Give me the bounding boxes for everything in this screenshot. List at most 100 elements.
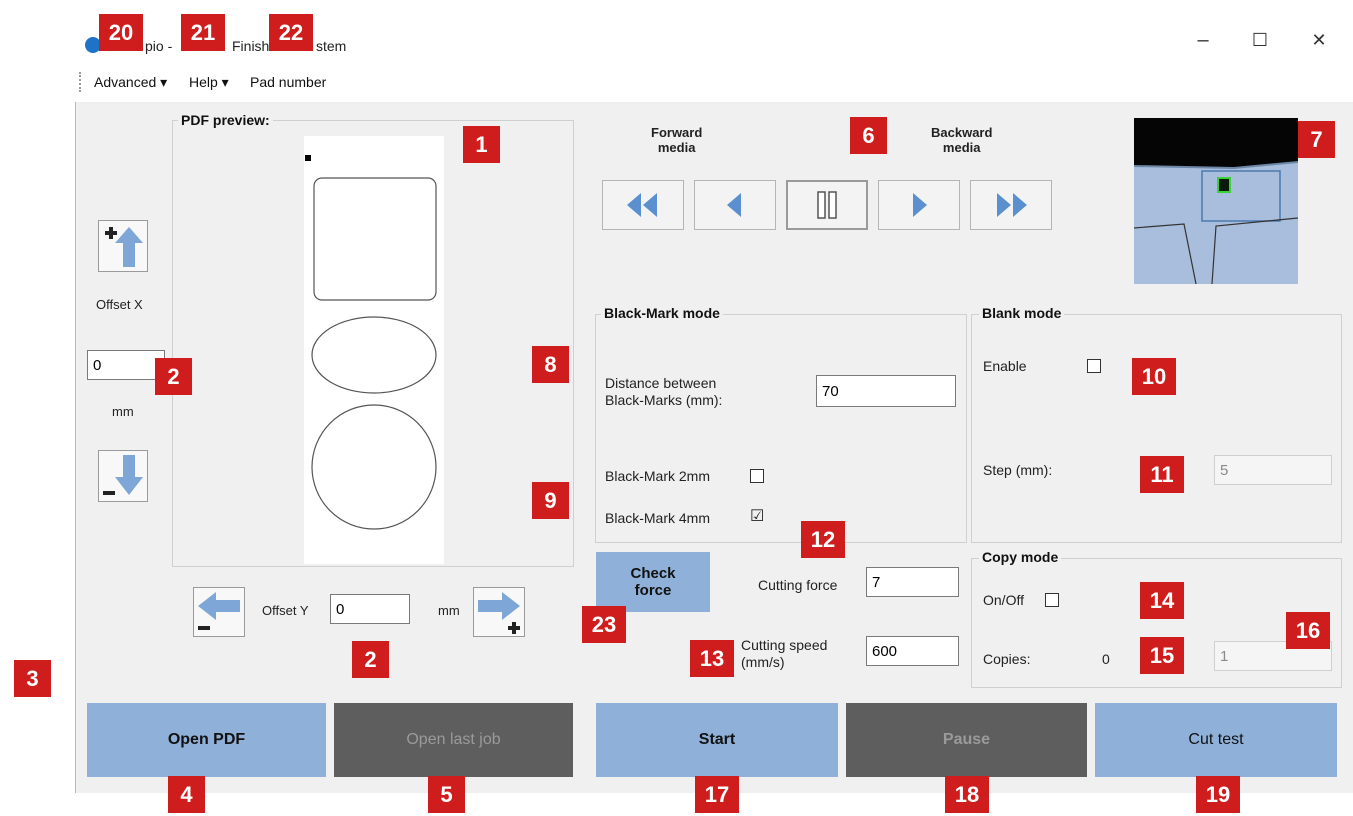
cutting-force-input[interactable]	[866, 567, 959, 597]
menu-help[interactable]: Help ▾	[189, 74, 229, 91]
callout-13: 13	[690, 640, 734, 677]
callout-3: 3	[14, 660, 51, 697]
black-mark-group	[595, 314, 967, 543]
arrow-left-minus-icon	[198, 592, 240, 630]
callout-2-offset-x: 2	[155, 358, 192, 395]
pdf-page-shapes	[305, 155, 437, 530]
pause-button[interactable]: Pause	[846, 703, 1087, 777]
open-pdf-button[interactable]: Open PDF	[87, 703, 326, 777]
callout-19: 19	[1196, 776, 1240, 813]
check-force-button[interactable]: Check force	[596, 552, 710, 612]
title-part-3: stem	[316, 38, 347, 54]
offset-y-decrease-button[interactable]	[193, 587, 245, 637]
copy-onoff-label: On/Off	[983, 592, 1024, 608]
callout-10: 10	[1132, 358, 1176, 395]
blank-mode-group	[971, 314, 1342, 543]
close-button[interactable]: ✕	[1304, 30, 1334, 50]
black-mark-4mm-label: Black-Mark 4mm	[605, 510, 711, 526]
callout-6: 6	[850, 117, 887, 154]
copy-onoff-checkbox[interactable]	[1045, 593, 1059, 607]
offset-y-increase-button[interactable]	[473, 587, 525, 637]
pause-media-button[interactable]	[786, 180, 868, 230]
callout-7: 7	[1298, 121, 1335, 158]
menu-grip-icon	[79, 72, 83, 92]
black-mark-4mm-checkbox[interactable]: ☑	[750, 509, 764, 525]
callout-12: 12	[801, 521, 845, 558]
callout-16: 16	[1286, 612, 1330, 649]
offset-x-input[interactable]	[87, 350, 165, 380]
black-mark-2mm-label: Black-Mark 2mm	[605, 468, 711, 484]
offset-y-label: Offset Y	[262, 603, 309, 618]
callout-22: 22	[269, 14, 313, 51]
offset-x-label: Offset X	[96, 297, 143, 312]
offset-y-input[interactable]	[330, 594, 410, 624]
menu-advanced[interactable]: Advanced ▾	[94, 74, 167, 91]
start-button[interactable]: Start	[596, 703, 838, 777]
callout-11: 11	[1140, 456, 1184, 493]
callout-14: 14	[1140, 582, 1184, 619]
callout-15: 15	[1140, 637, 1184, 674]
pause-bars-icon	[817, 191, 837, 219]
callout-4: 4	[168, 776, 205, 813]
maximize-button[interactable]: ☐	[1245, 30, 1275, 50]
cut-test-button[interactable]: Cut test	[1095, 703, 1337, 777]
open-last-job-button[interactable]: Open last job	[334, 703, 573, 777]
cutting-speed-label: Cutting speed (mm/s)	[741, 637, 828, 670]
title-bar	[75, 0, 1353, 64]
blank-enable-checkbox[interactable]	[1087, 359, 1101, 373]
copies-label: Copies:	[983, 651, 1031, 667]
menu-pad-number[interactable]: Pad number	[250, 74, 326, 90]
arrow-right-plus-icon	[478, 592, 520, 634]
callout-21: 21	[181, 14, 225, 51]
copy-mode-title: Copy mode	[979, 549, 1062, 565]
callout-2-offset-y: 2	[352, 641, 389, 678]
black-mark-dot	[305, 155, 311, 161]
step-backward-media-button[interactable]	[878, 180, 960, 230]
callout-9: 9	[532, 482, 569, 519]
pdf-page	[304, 136, 444, 564]
copies-count: 0	[1102, 651, 1110, 667]
double-right-triangle-icon	[997, 193, 1027, 217]
callout-5: 5	[428, 776, 465, 813]
fast-backward-media-button[interactable]	[970, 180, 1052, 230]
black-mark-title: Black-Mark mode	[601, 305, 723, 321]
blank-enable-label: Enable	[983, 358, 1027, 374]
offset-x-decrease-button[interactable]	[98, 450, 148, 502]
backward-media-label: Backward media	[931, 125, 993, 155]
blank-step-input[interactable]	[1214, 455, 1332, 485]
offset-x-increase-button[interactable]	[98, 220, 148, 272]
right-triangle-icon	[913, 193, 927, 217]
callout-8: 8	[532, 346, 569, 383]
callout-20: 20	[99, 14, 143, 51]
offset-y-unit: mm	[438, 603, 460, 618]
title-part-2: Finish	[232, 38, 270, 54]
offset-x-unit: mm	[112, 404, 134, 419]
check-force-label: Check force	[630, 565, 676, 599]
cutting-force-label: Cutting force	[758, 577, 838, 593]
step-forward-media-button[interactable]	[694, 180, 776, 230]
left-triangle-icon	[727, 193, 741, 217]
shape-ellipse	[311, 316, 437, 394]
distance-label: Distance between Black-Marks (mm):	[605, 375, 723, 408]
callout-18: 18	[945, 776, 989, 813]
arrow-down-minus-icon	[103, 455, 143, 495]
forward-media-label: Forward media	[651, 125, 703, 155]
shape-rounded-rect	[313, 177, 437, 301]
shape-circle	[311, 404, 437, 530]
title-part-1: pio -	[145, 38, 173, 54]
cutting-speed-input[interactable]	[866, 636, 959, 666]
camera-image	[1134, 118, 1298, 284]
blank-step-label: Step (mm):	[983, 462, 1053, 478]
callout-23: 23	[582, 606, 626, 643]
fast-forward-media-button[interactable]	[602, 180, 684, 230]
minimize-button[interactable]: –	[1188, 30, 1218, 50]
camera-preview	[1134, 118, 1298, 284]
black-mark-2mm-checkbox[interactable]	[750, 469, 764, 483]
double-left-triangle-icon	[627, 193, 657, 217]
callout-17: 17	[695, 776, 739, 813]
arrow-up-plus-icon	[105, 227, 143, 267]
distance-input[interactable]	[816, 375, 956, 407]
pdf-preview-label: PDF preview:	[178, 112, 273, 128]
blank-mode-title: Blank mode	[979, 305, 1065, 321]
callout-1: 1	[463, 126, 500, 163]
